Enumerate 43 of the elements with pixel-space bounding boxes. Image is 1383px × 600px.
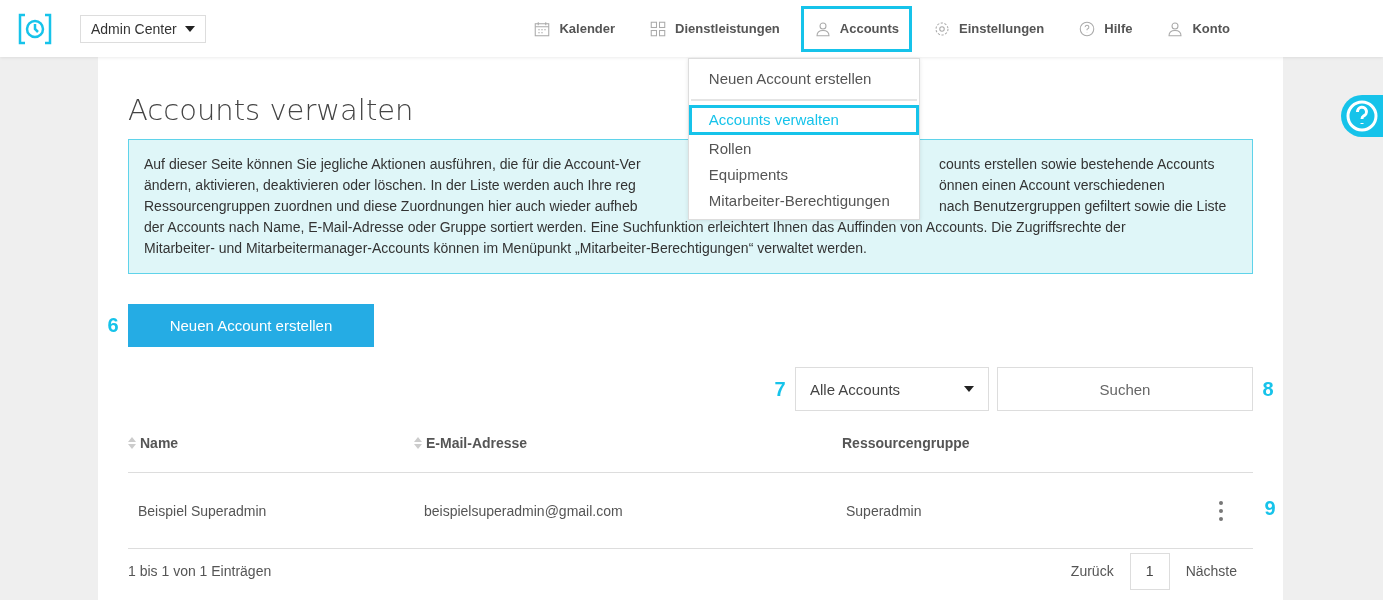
info-text: der Accounts nach Name, E-Mail-Adresse oder Gruppe sortiert werden. Eine Suchfunktion erleichtert Ihnen das Auffinden von Accounts. Die Zugriffsrechte der [144,218,1126,237]
caret-icon [964,386,974,392]
menu-item[interactable]: Equipments [688,160,919,187]
app-switcher[interactable]: Admin Center [80,14,206,43]
column-header[interactable]: E-Mail-Adresse [414,434,836,451]
table-cell-text: Beispiel Superadmin [138,502,268,519]
info-text: counts erstellen sowie bestehende Accounts [939,155,1215,174]
callout-number: 6 [106,314,120,337]
filter-select[interactable]: Alle Accounts [795,367,989,411]
menu-item[interactable]: Mitarbeiter-Berechtigungen [688,186,919,213]
caret-icon [184,25,195,32]
clock-logo[interactable] [18,12,52,45]
info-text: önnen einen Account verschiedenen [939,176,1165,195]
menu-item[interactable]: Neuen Account erstellen [688,64,919,91]
entries-summary: 1 bis 1 von 1 Einträgen [128,563,272,579]
grid-icon [649,19,668,38]
nav-tab[interactable]: Accounts [800,5,913,52]
sort-icon [414,436,422,449]
table-cell-text: beispielsuperadmin@gmail.com [424,502,624,519]
help-icon [1078,19,1097,38]
previous-link[interactable]: Zurück [1054,563,1130,579]
search-field[interactable]: Suchen [997,367,1253,411]
sort-icon [128,436,136,449]
callout-number: 9 [1263,497,1277,520]
info-text: ändern, aktivieren, deaktivieren oder löschen. In der Liste werden auch Ihre reg [144,176,636,195]
table-cell-text: Superadmin [846,502,923,519]
callout-number: 7 [773,377,787,401]
menu-item[interactable]: Rollen [688,134,919,161]
column-header: Ressourcengruppe [842,434,971,451]
page-title: Accounts verwalten [128,93,414,127]
user-icon [1166,19,1185,38]
column-header[interactable]: Name [128,434,414,451]
info-text: Mitarbeiter- und Mitarbeitermanager-Accounts können im Menüpunkt „Mitarbeiter-Berechtigungen“ verwaltet werden. [144,239,867,258]
callout-number: 8 [1261,377,1275,401]
info-text: Ressourcengruppen zuordnen und diese Zuordnungen hier auch wieder aufheb [144,197,638,216]
help-button[interactable] [1341,95,1383,137]
next-link[interactable]: Nächste [1169,563,1253,579]
page-number[interactable]: 1 [1129,552,1170,590]
info-text: nach Benutzergruppen gefiltert sowie die Liste [939,197,1227,216]
info-text: Auf dieser Seite können Sie jegliche Aktionen ausführen, die für die Account-Ver [144,155,641,174]
calendar-icon [533,19,552,38]
settings-icon [933,19,952,38]
users-icon [813,19,832,38]
